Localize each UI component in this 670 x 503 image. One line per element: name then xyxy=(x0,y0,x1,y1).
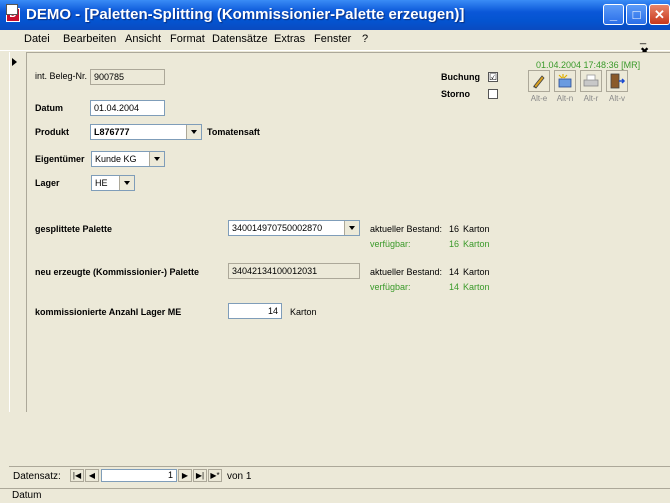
beleg-label: int. Beleg-Nr. xyxy=(35,71,88,81)
previous-record-button[interactable]: ◀ xyxy=(85,469,99,482)
produkt-name: Tomatensaft xyxy=(207,127,260,137)
gesplittete-verfuegbar-label: verfügbar: xyxy=(370,239,411,249)
pencil-icon xyxy=(533,75,545,89)
neue-palette-field: 34042134100012031 xyxy=(228,263,360,279)
previous-record-icon: ◀ xyxy=(88,471,96,480)
last-record-icon: ▶| xyxy=(195,471,205,480)
minimize-button[interactable]: _ xyxy=(603,4,624,25)
edit-button[interactable] xyxy=(528,70,550,92)
menu-fenster[interactable]: Fenster xyxy=(314,33,351,45)
gesplittete-bestand-value: 16 xyxy=(448,224,459,234)
exit-door-icon xyxy=(610,73,626,89)
anzahl-label: kommissionierte Anzahl Lager ME xyxy=(35,307,182,317)
anzahl-field[interactable]: 14 xyxy=(228,303,282,319)
eigentuemer-dropdown-icon[interactable] xyxy=(149,152,164,166)
new-record-nav-icon: ▶* xyxy=(210,471,220,480)
neu-bestand-value: 14 xyxy=(448,267,459,277)
buchung-label: Buchung xyxy=(441,72,480,82)
produkt-value: L876777 xyxy=(94,127,130,137)
print-shortcut: Alt-r xyxy=(583,94,599,103)
produkt-combo[interactable]: L876777 xyxy=(90,124,202,140)
exit-button[interactable] xyxy=(606,70,628,92)
produkt-dropdown-icon[interactable] xyxy=(186,125,201,139)
minimize-icon: _ xyxy=(609,7,618,22)
new-record-nav-button[interactable]: ▶* xyxy=(208,469,222,482)
print-button[interactable] xyxy=(580,70,602,92)
beleg-field: 900785 xyxy=(90,69,165,85)
print-icon xyxy=(583,74,599,87)
close-button[interactable]: ✕ xyxy=(649,4,670,25)
datensatz-label: Datensatz: xyxy=(13,471,61,482)
neu-verfuegbar-value: 14 xyxy=(448,282,459,292)
menu-bearbeiten[interactable]: Bearbeiten xyxy=(63,33,116,45)
neu-bestand-unit: Karton xyxy=(463,267,490,277)
neu-verfuegbar-unit: Karton xyxy=(463,282,490,292)
buchung-checkbox[interactable]: ☑ xyxy=(488,72,498,82)
lager-dropdown-icon[interactable] xyxy=(119,176,134,190)
current-record-icon xyxy=(12,58,17,66)
menu-datensaetze[interactable]: Datensätze xyxy=(212,33,268,45)
next-record-button[interactable]: ▶ xyxy=(178,469,192,482)
record-selector[interactable] xyxy=(9,52,27,412)
gesplittete-palette-label: gesplittete Palette xyxy=(35,224,113,234)
status-text: Datum xyxy=(12,490,42,501)
gesplittete-bestand-unit: Karton xyxy=(463,224,490,234)
menu-extras[interactable]: Extras xyxy=(274,33,305,45)
timestamp: 01.04.2004 17:48:36 [MR] xyxy=(536,60,641,70)
first-record-button[interactable]: |◀ xyxy=(70,469,84,482)
storno-checkbox[interactable] xyxy=(488,89,498,99)
gesplittete-palette-combo[interactable]: 340014970750002870 xyxy=(228,220,360,236)
new-record-button[interactable] xyxy=(554,70,576,92)
window-title: DEMO - [Paletten-Splitting (Kommissionie… xyxy=(26,6,465,23)
close-icon: ✕ xyxy=(654,7,665,22)
record-number-field[interactable]: 1 xyxy=(101,469,177,482)
neu-verfuegbar-label: verfügbar: xyxy=(370,282,411,292)
storno-label: Storno xyxy=(441,89,470,99)
lager-value: HE xyxy=(95,178,108,188)
neu-bestand-label: aktueller Bestand: xyxy=(370,267,443,277)
menu-format[interactable]: Format xyxy=(170,33,205,45)
exit-shortcut: Alt-v xyxy=(609,94,625,103)
eigentuemer-label: Eigentümer xyxy=(35,154,85,164)
first-record-icon: |◀ xyxy=(72,471,82,480)
next-record-icon: ▶ xyxy=(181,471,189,480)
form-window-icon[interactable] xyxy=(6,4,18,15)
neue-palette-label: neu erzeugte (Kommissionier-) Palette xyxy=(35,267,200,277)
eigentuemer-combo[interactable]: Kunde KG xyxy=(91,151,165,167)
status-bar xyxy=(0,488,670,503)
maximize-icon: □ xyxy=(632,7,641,22)
anzahl-unit: Karton xyxy=(290,307,317,317)
lager-label: Lager xyxy=(35,178,60,188)
menu-help[interactable]: ? xyxy=(362,33,368,45)
gesplittete-verfuegbar-unit: Karton xyxy=(463,239,490,249)
datum-label: Datum xyxy=(35,103,64,113)
lager-combo[interactable]: HE xyxy=(91,175,135,191)
gesplittete-verfuegbar-value: 16 xyxy=(448,239,459,249)
gesplittete-dropdown-icon[interactable] xyxy=(344,221,359,235)
new-shortcut: Alt-n xyxy=(556,94,574,103)
new-record-icon xyxy=(558,74,572,88)
last-record-button[interactable]: ▶| xyxy=(193,469,207,482)
eigentuemer-value: Kunde KG xyxy=(95,154,137,164)
edit-shortcut: Alt-e xyxy=(530,94,548,103)
gesplittete-palette-value: 340014970750002870 xyxy=(232,223,323,233)
maximize-button[interactable]: □ xyxy=(626,4,647,25)
produkt-label: Produkt xyxy=(35,127,70,137)
menu-datei[interactable]: Datei xyxy=(24,33,50,45)
datum-field[interactable]: 01.04.2004 xyxy=(90,100,165,116)
menu-ansicht[interactable]: Ansicht xyxy=(125,33,161,45)
record-count: von 1 xyxy=(227,471,252,482)
gesplittete-bestand-label: aktueller Bestand: xyxy=(370,224,443,234)
